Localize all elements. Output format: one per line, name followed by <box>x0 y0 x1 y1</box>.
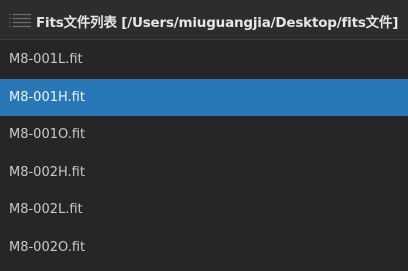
hamburger-menu-icon[interactable] <box>8 13 32 29</box>
file-name: M8-001L.fit <box>9 52 83 67</box>
file-name: M8-002L.fit <box>9 202 83 217</box>
file-name: M8-001O.fit <box>9 127 86 142</box>
file-list-item[interactable]: M8-001O.fit <box>0 116 408 154</box>
fits-file-list-panel: Fits文件列表 [/Users/miuguangjia/Desktop/fit… <box>0 0 408 271</box>
file-name: M8-001H.fit <box>9 89 85 105</box>
file-list-item[interactable]: M8-002L.fit <box>0 191 408 229</box>
file-name: M8-002H.fit <box>9 164 85 180</box>
file-list: M8-001L.fit M8-001H.fit M8-001O.fit M8-0… <box>0 41 408 266</box>
file-name: M8-002O.fit <box>9 239 86 255</box>
file-list-item[interactable]: M8-001H.fit <box>0 78 408 116</box>
panel-title: Fits文件列表 [/Users/miuguangjia/Desktop/fit… <box>36 15 399 31</box>
file-list-item[interactable]: M8-002O.fit <box>0 229 408 267</box>
panel-header: Fits文件列表 [/Users/miuguangjia/Desktop/fit… <box>0 0 408 40</box>
file-list-item[interactable]: M8-001L.fit <box>0 41 408 79</box>
file-list-item[interactable]: M8-002H.fit <box>0 154 408 192</box>
